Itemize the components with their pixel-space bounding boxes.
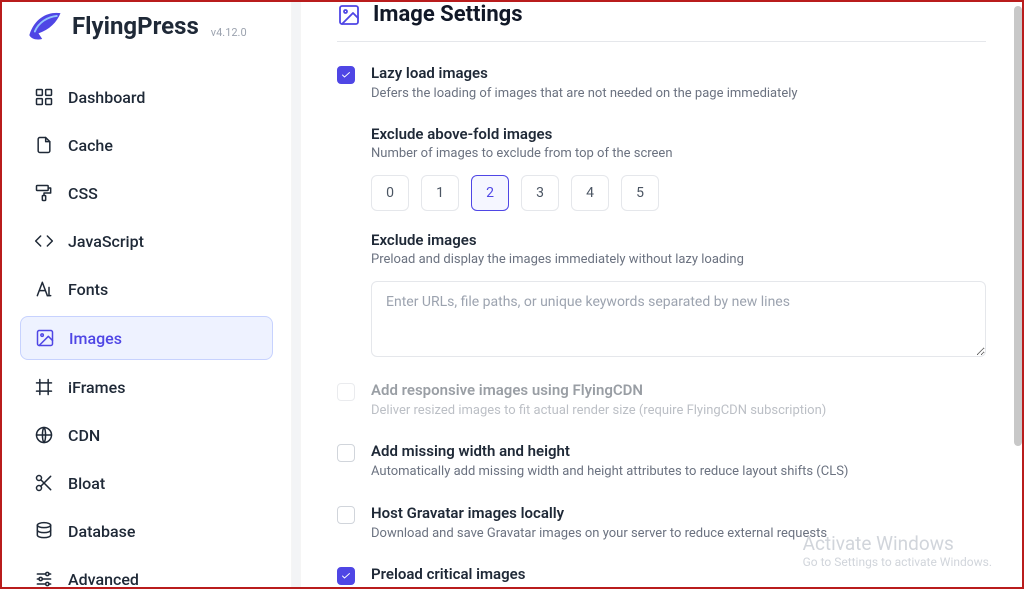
- nav-label: CSS: [68, 184, 98, 203]
- database-icon: [34, 521, 54, 541]
- option-desc: Deliver resized images to fit actual ren…: [371, 402, 986, 420]
- sidebar-item-dashboard[interactable]: Dashboard: [20, 76, 273, 118]
- option-title: Exclude above-fold images: [371, 125, 986, 143]
- option-title: Add missing width and height: [371, 442, 986, 460]
- image-icon: [337, 3, 361, 27]
- sidebar-item-bloat[interactable]: Bloat: [20, 462, 273, 504]
- checkbox-responsive-images: [337, 383, 355, 401]
- option-desc: Number of images to exclude from top of …: [371, 146, 986, 161]
- dashboard-icon: [34, 87, 54, 107]
- checkbox-host-gravatar[interactable]: [337, 506, 355, 524]
- page-title: Image Settings: [373, 2, 523, 27]
- code-icon: [34, 231, 54, 251]
- fold-option-1[interactable]: 1: [421, 175, 459, 211]
- brand-version: v4.12.0: [211, 26, 247, 39]
- nav-label: Bloat: [68, 474, 105, 493]
- sidebar-item-advanced[interactable]: Advanced: [20, 558, 273, 587]
- font-icon: [34, 279, 54, 299]
- option-desc: Preload and display the images immediate…: [371, 252, 986, 267]
- brand-logo-icon: [22, 4, 66, 48]
- sidebar-item-images[interactable]: Images: [20, 316, 273, 360]
- document-icon: [34, 135, 54, 155]
- option-desc: Download and save Gravatar images on you…: [371, 525, 986, 543]
- checkbox-add-dimensions[interactable]: [337, 444, 355, 462]
- exclude-images-input[interactable]: [371, 281, 986, 357]
- image-icon: [35, 328, 55, 348]
- checkbox-preload-critical[interactable]: [337, 567, 355, 585]
- sidebar-item-css[interactable]: CSS: [20, 172, 273, 214]
- option-exclude-fold: Exclude above-fold images Number of imag…: [371, 125, 986, 211]
- paint-roller-icon: [34, 183, 54, 203]
- option-lazy-load: Lazy load images Defers the loading of i…: [337, 64, 986, 103]
- fold-option-4[interactable]: 4: [571, 175, 609, 211]
- option-host-gravatar: Host Gravatar images locally Download an…: [337, 504, 986, 543]
- option-title: Lazy load images: [371, 64, 986, 82]
- fold-option-5[interactable]: 5: [621, 175, 659, 211]
- nav-label: CDN: [68, 426, 100, 445]
- fold-option-3[interactable]: 3: [521, 175, 559, 211]
- frame-icon: [34, 377, 54, 397]
- nav-label: iFrames: [68, 378, 125, 397]
- option-add-dimensions: Add missing width and height Automatical…: [337, 442, 986, 481]
- globe-icon: [34, 425, 54, 445]
- sidebar: FlyingPress v4.12.0 Dashboard Cache CSS: [2, 2, 292, 587]
- option-exclude-images: Exclude images Preload and display the i…: [371, 231, 986, 361]
- nav: Dashboard Cache CSS JavaScript Fonts: [20, 76, 273, 587]
- option-desc: Preload images needed for the initial re…: [371, 586, 986, 587]
- page-header: Image Settings: [337, 2, 986, 42]
- option-title: Preload critical images: [371, 565, 986, 583]
- sidebar-item-database[interactable]: Database: [20, 510, 273, 552]
- fold-option-2[interactable]: 2: [471, 175, 509, 211]
- option-preload-critical: Preload critical images Preload images n…: [337, 565, 986, 587]
- nav-label: Fonts: [68, 280, 108, 299]
- option-title: Host Gravatar images locally: [371, 504, 986, 522]
- nav-label: Cache: [68, 136, 113, 155]
- sliders-icon: [34, 569, 54, 587]
- option-desc: Automatically add missing width and heig…: [371, 463, 986, 481]
- fold-option-0[interactable]: 0: [371, 175, 409, 211]
- checkbox-lazy-load[interactable]: [337, 66, 355, 84]
- nav-label: Advanced: [68, 570, 139, 588]
- number-selector: 0 1 2 3 4 5: [371, 175, 986, 211]
- scissors-icon: [34, 473, 54, 493]
- sidebar-item-cdn[interactable]: CDN: [20, 414, 273, 456]
- main-panel: Image Settings Lazy load images Defers t…: [300, 2, 1022, 587]
- option-desc: Defers the loading of images that are no…: [371, 85, 986, 103]
- option-title: Add responsive images using FlyingCDN: [371, 381, 986, 399]
- sidebar-item-cache[interactable]: Cache: [20, 124, 273, 166]
- option-title: Exclude images: [371, 231, 986, 249]
- sidebar-item-iframes[interactable]: iFrames: [20, 366, 273, 408]
- sidebar-item-javascript[interactable]: JavaScript: [20, 220, 273, 262]
- nav-label: Images: [69, 329, 122, 348]
- brand-name: FlyingPress: [72, 12, 199, 40]
- sidebar-item-fonts[interactable]: Fonts: [20, 268, 273, 310]
- brand: FlyingPress v4.12.0: [22, 2, 273, 48]
- nav-label: JavaScript: [68, 232, 144, 251]
- option-responsive-images: Add responsive images using FlyingCDN De…: [337, 381, 986, 420]
- nav-label: Dashboard: [68, 88, 145, 107]
- scrollbar[interactable]: [1014, 6, 1022, 446]
- nav-label: Database: [68, 522, 135, 541]
